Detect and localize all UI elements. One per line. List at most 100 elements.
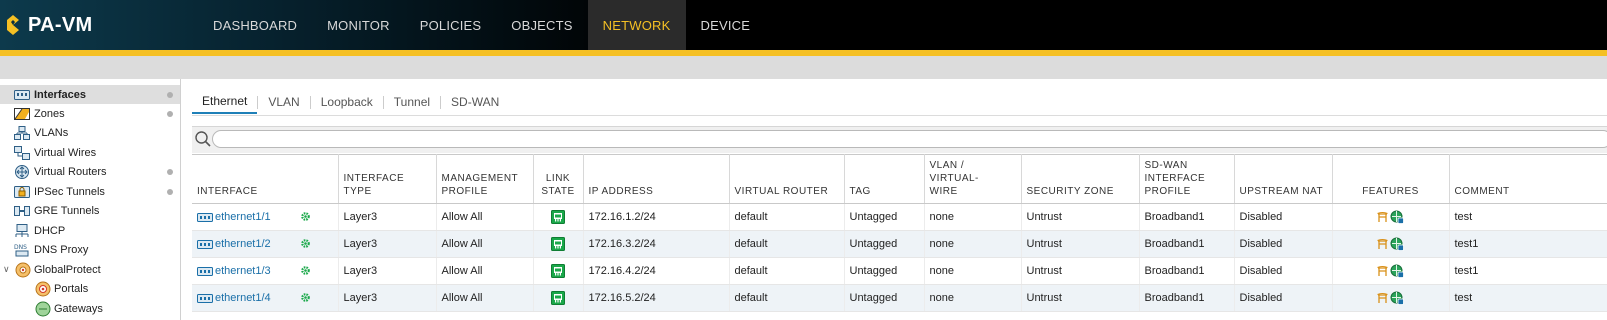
sidebar-item-gateways[interactable]: Gateways: [0, 299, 180, 318]
nav-objects[interactable]: OBJECTS: [496, 0, 587, 50]
interface-tabs: Ethernet VLAN Loopback Tunnel SD-WAN: [192, 89, 509, 115]
col-link-state[interactable]: LINK STATE: [533, 154, 584, 204]
gear-icon[interactable]: [300, 238, 311, 249]
cell-ip-address: 172.16.1.2/24: [583, 203, 730, 231]
col-interface-type[interactable]: INTERFACE TYPE: [338, 154, 437, 204]
col-ip-address[interactable]: IP ADDRESS: [583, 154, 730, 204]
cell-link-state: [533, 230, 584, 258]
search-input[interactable]: [212, 130, 1607, 148]
cell-link-state: [533, 257, 584, 285]
sidebar-item-virtual-wires[interactable]: Virtual Wires: [0, 143, 180, 162]
cell-interface: ethernet1/4: [192, 284, 339, 312]
interface-link[interactable]: ethernet1/1: [215, 211, 271, 223]
table-row[interactable]: ethernet1/1 Layer3 Allow All 172.16.1.2/…: [192, 203, 1607, 231]
cell-upstream-nat: Disabled: [1234, 230, 1333, 258]
cell-vlan-virtual-wire: none: [924, 203, 1022, 231]
sidebar-item-virtual-routers[interactable]: Virtual Routers: [0, 162, 180, 181]
col-virtual-router[interactable]: VIRTUAL ROUTER: [729, 154, 845, 204]
gear-icon[interactable]: [300, 292, 311, 303]
link-up-icon: [551, 264, 565, 278]
cell-security-zone: Untrust: [1021, 257, 1140, 285]
ethernet-port-icon: [197, 239, 213, 249]
table-row[interactable]: ethernet1/3 Layer3 Allow All 172.16.4.2/…: [192, 257, 1607, 285]
sidebar-item-dns-proxy[interactable]: DNS DNS Proxy: [0, 240, 180, 259]
ethernet-port-icon: [197, 266, 213, 276]
tab-vlan[interactable]: VLAN: [258, 90, 309, 114]
sdwan-feature-icon[interactable]: [1390, 291, 1404, 305]
table-row[interactable]: ethernet1/4 Layer3 Allow All 172.16.5.2/…: [192, 284, 1607, 312]
virtual-routers-icon: [14, 164, 30, 179]
cell-features: [1332, 257, 1450, 285]
sidebar-item-label: Virtual Routers: [34, 165, 107, 178]
sidebar-item-interfaces[interactable]: Interfaces: [0, 85, 180, 104]
cell-virtual-router: default: [729, 203, 845, 231]
interface-link[interactable]: ethernet1/3: [215, 265, 271, 277]
cell-interface-type: Layer3: [338, 203, 437, 231]
cell-interface-type: Layer3: [338, 284, 437, 312]
ethernet-port-icon: [197, 212, 213, 222]
cell-interface-type: Layer3: [338, 257, 437, 285]
nav-monitor[interactable]: MONITOR: [312, 0, 405, 50]
gateway-feature-icon[interactable]: [1377, 265, 1388, 277]
interface-link[interactable]: ethernet1/4: [215, 292, 271, 304]
sidebar-item-label: Portals: [54, 282, 89, 295]
table-row[interactable]: ethernet1/2 Layer3 Allow All 172.16.3.2/…: [192, 230, 1607, 258]
sidebar-item-ipsec-tunnels[interactable]: IPSec Tunnels: [0, 182, 180, 201]
gateway-feature-icon[interactable]: [1377, 238, 1388, 250]
logo-icon: [7, 15, 19, 35]
tab-sd-wan[interactable]: SD-WAN: [441, 90, 509, 114]
cell-virtual-router: default: [729, 284, 845, 312]
nav-device[interactable]: DEVICE: [686, 0, 766, 50]
col-management-profile-label-1: MANAGEMENT: [441, 173, 519, 184]
gre-tunnels-icon: [14, 204, 30, 218]
gear-icon[interactable]: [300, 211, 311, 222]
nav-network[interactable]: NETWORK: [587, 0, 686, 50]
col-vlan-label-2: WIRE: [929, 186, 958, 197]
tab-loopback[interactable]: Loopback: [311, 90, 383, 114]
sdwan-feature-icon[interactable]: [1390, 264, 1404, 278]
sidebar-item-label: DHCP: [34, 224, 66, 237]
cell-security-zone: Untrust: [1021, 230, 1140, 258]
tab-tunnel[interactable]: Tunnel: [384, 90, 440, 114]
gateway-feature-icon[interactable]: [1377, 211, 1388, 223]
col-interface[interactable]: INTERFACE: [192, 154, 339, 204]
col-management-profile-label-2: PROFILE: [441, 186, 488, 197]
gateway-feature-icon[interactable]: [1377, 292, 1388, 304]
sdwan-feature-icon[interactable]: [1390, 210, 1404, 224]
cell-ip-address: 172.16.5.2/24: [583, 284, 730, 312]
col-management-profile[interactable]: MANAGEMENT PROFILE: [436, 154, 534, 204]
col-vlan-virtual-wire[interactable]: VLAN / VIRTUAL- WIRE: [924, 154, 1022, 204]
interface-link[interactable]: ethernet1/2: [215, 238, 271, 250]
col-upstream-nat[interactable]: UPSTREAM NAT: [1234, 154, 1333, 204]
search-icon[interactable]: [194, 130, 212, 148]
col-interface-type-label: INTERFACE TYPE: [343, 173, 405, 197]
cell-management-profile: Allow All: [436, 257, 534, 285]
col-sd-wan-profile[interactable]: SD-WAN INTERFACE PROFILE: [1139, 154, 1235, 204]
tab-underline: [192, 115, 1607, 116]
cell-sd-wan-profile: Broadband1: [1139, 203, 1235, 231]
sidebar-item-globalprotect[interactable]: ∨ GlobalProtect: [0, 260, 180, 279]
sdwan-feature-icon[interactable]: [1390, 237, 1404, 251]
ipsec-tunnels-icon: [14, 185, 30, 199]
chevron-down-icon[interactable]: ∨: [3, 264, 10, 275]
col-sdwan-label-1: SD-WAN: [1144, 160, 1188, 171]
link-up-icon: [551, 210, 565, 224]
sidebar-item-vlans[interactable]: VLANs: [0, 123, 180, 142]
col-features[interactable]: FEATURES: [1332, 154, 1450, 204]
nav-dashboard[interactable]: DASHBOARD: [198, 0, 312, 50]
cell-upstream-nat: Disabled: [1234, 257, 1333, 285]
gear-icon[interactable]: [300, 265, 311, 276]
cell-management-profile: Allow All: [436, 203, 534, 231]
cell-comment: test1: [1449, 257, 1607, 285]
cell-tag: Untagged: [844, 230, 925, 258]
sidebar-item-dhcp[interactable]: DHCP: [0, 221, 180, 240]
col-comment[interactable]: COMMENT: [1449, 154, 1607, 204]
col-tag[interactable]: TAG: [844, 154, 925, 204]
nav-policies[interactable]: POLICIES: [405, 0, 497, 50]
sidebar-item-zones[interactable]: Zones: [0, 104, 180, 123]
cell-link-state: [533, 203, 584, 231]
sidebar-item-portals[interactable]: Portals: [0, 279, 180, 298]
sidebar-item-gre-tunnels[interactable]: GRE Tunnels: [0, 201, 180, 220]
col-security-zone[interactable]: SECURITY ZONE: [1021, 154, 1140, 204]
tab-ethernet[interactable]: Ethernet: [192, 90, 258, 114]
